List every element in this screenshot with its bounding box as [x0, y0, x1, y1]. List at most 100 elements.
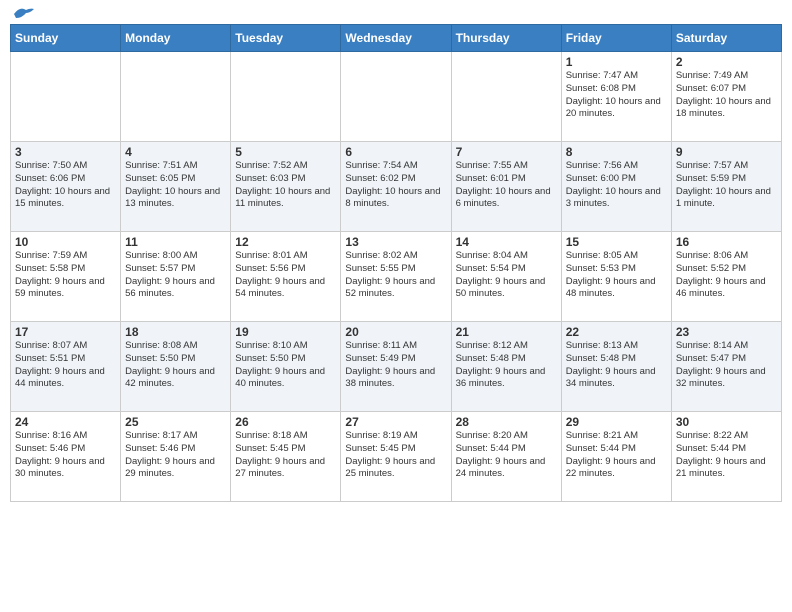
day-number: 12 — [235, 235, 336, 249]
day-info: Sunrise: 8:13 AM Sunset: 5:48 PM Dayligh… — [566, 340, 667, 391]
day-info: Sunrise: 8:11 AM Sunset: 5:49 PM Dayligh… — [345, 340, 446, 391]
day-info: Sunrise: 7:54 AM Sunset: 6:02 PM Dayligh… — [345, 160, 446, 211]
day-info: Sunrise: 8:21 AM Sunset: 5:44 PM Dayligh… — [566, 430, 667, 481]
calendar-cell — [11, 52, 121, 142]
day-number: 18 — [125, 325, 226, 339]
calendar-cell: 6Sunrise: 7:54 AM Sunset: 6:02 PM Daylig… — [341, 142, 451, 232]
day-number: 16 — [676, 235, 777, 249]
weekday-header-thursday: Thursday — [451, 25, 561, 52]
logo — [10, 10, 34, 18]
calendar-cell: 21Sunrise: 8:12 AM Sunset: 5:48 PM Dayli… — [451, 322, 561, 412]
weekday-header-friday: Friday — [561, 25, 671, 52]
day-info: Sunrise: 7:52 AM Sunset: 6:03 PM Dayligh… — [235, 160, 336, 211]
weekday-header-sunday: Sunday — [11, 25, 121, 52]
calendar-cell: 7Sunrise: 7:55 AM Sunset: 6:01 PM Daylig… — [451, 142, 561, 232]
calendar-cell: 17Sunrise: 8:07 AM Sunset: 5:51 PM Dayli… — [11, 322, 121, 412]
day-info: Sunrise: 8:06 AM Sunset: 5:52 PM Dayligh… — [676, 250, 777, 301]
day-info: Sunrise: 7:59 AM Sunset: 5:58 PM Dayligh… — [15, 250, 116, 301]
day-info: Sunrise: 8:02 AM Sunset: 5:55 PM Dayligh… — [345, 250, 446, 301]
calendar-table: SundayMondayTuesdayWednesdayThursdayFrid… — [10, 24, 782, 502]
day-number: 5 — [235, 145, 336, 159]
day-info: Sunrise: 7:47 AM Sunset: 6:08 PM Dayligh… — [566, 70, 667, 121]
calendar-cell: 5Sunrise: 7:52 AM Sunset: 6:03 PM Daylig… — [231, 142, 341, 232]
calendar-cell: 8Sunrise: 7:56 AM Sunset: 6:00 PM Daylig… — [561, 142, 671, 232]
calendar-cell: 1Sunrise: 7:47 AM Sunset: 6:08 PM Daylig… — [561, 52, 671, 142]
day-info: Sunrise: 8:01 AM Sunset: 5:56 PM Dayligh… — [235, 250, 336, 301]
day-info: Sunrise: 8:07 AM Sunset: 5:51 PM Dayligh… — [15, 340, 116, 391]
calendar-cell: 14Sunrise: 8:04 AM Sunset: 5:54 PM Dayli… — [451, 232, 561, 322]
day-info: Sunrise: 7:56 AM Sunset: 6:00 PM Dayligh… — [566, 160, 667, 211]
day-info: Sunrise: 8:20 AM Sunset: 5:44 PM Dayligh… — [456, 430, 557, 481]
day-info: Sunrise: 7:49 AM Sunset: 6:07 PM Dayligh… — [676, 70, 777, 121]
day-info: Sunrise: 8:00 AM Sunset: 5:57 PM Dayligh… — [125, 250, 226, 301]
day-info: Sunrise: 8:08 AM Sunset: 5:50 PM Dayligh… — [125, 340, 226, 391]
calendar-week-4: 17Sunrise: 8:07 AM Sunset: 5:51 PM Dayli… — [11, 322, 782, 412]
calendar-cell: 2Sunrise: 7:49 AM Sunset: 6:07 PM Daylig… — [671, 52, 781, 142]
day-number: 30 — [676, 415, 777, 429]
day-number: 1 — [566, 55, 667, 69]
calendar-cell: 4Sunrise: 7:51 AM Sunset: 6:05 PM Daylig… — [121, 142, 231, 232]
calendar-cell: 18Sunrise: 8:08 AM Sunset: 5:50 PM Dayli… — [121, 322, 231, 412]
calendar-cell: 30Sunrise: 8:22 AM Sunset: 5:44 PM Dayli… — [671, 412, 781, 502]
day-number: 9 — [676, 145, 777, 159]
calendar-cell: 26Sunrise: 8:18 AM Sunset: 5:45 PM Dayli… — [231, 412, 341, 502]
day-info: Sunrise: 8:10 AM Sunset: 5:50 PM Dayligh… — [235, 340, 336, 391]
calendar-cell: 22Sunrise: 8:13 AM Sunset: 5:48 PM Dayli… — [561, 322, 671, 412]
calendar-week-2: 3Sunrise: 7:50 AM Sunset: 6:06 PM Daylig… — [11, 142, 782, 232]
day-number: 21 — [456, 325, 557, 339]
calendar-week-1: 1Sunrise: 7:47 AM Sunset: 6:08 PM Daylig… — [11, 52, 782, 142]
calendar-cell: 11Sunrise: 8:00 AM Sunset: 5:57 PM Dayli… — [121, 232, 231, 322]
day-number: 24 — [15, 415, 116, 429]
calendar-cell: 29Sunrise: 8:21 AM Sunset: 5:44 PM Dayli… — [561, 412, 671, 502]
day-info: Sunrise: 7:50 AM Sunset: 6:06 PM Dayligh… — [15, 160, 116, 211]
day-info: Sunrise: 7:55 AM Sunset: 6:01 PM Dayligh… — [456, 160, 557, 211]
calendar-cell: 10Sunrise: 7:59 AM Sunset: 5:58 PM Dayli… — [11, 232, 121, 322]
day-number: 11 — [125, 235, 226, 249]
calendar-cell: 27Sunrise: 8:19 AM Sunset: 5:45 PM Dayli… — [341, 412, 451, 502]
day-number: 25 — [125, 415, 226, 429]
calendar-week-3: 10Sunrise: 7:59 AM Sunset: 5:58 PM Dayli… — [11, 232, 782, 322]
calendar-week-5: 24Sunrise: 8:16 AM Sunset: 5:46 PM Dayli… — [11, 412, 782, 502]
day-number: 8 — [566, 145, 667, 159]
day-info: Sunrise: 8:19 AM Sunset: 5:45 PM Dayligh… — [345, 430, 446, 481]
calendar-cell: 19Sunrise: 8:10 AM Sunset: 5:50 PM Dayli… — [231, 322, 341, 412]
day-number: 28 — [456, 415, 557, 429]
calendar-cell — [451, 52, 561, 142]
calendar-cell: 23Sunrise: 8:14 AM Sunset: 5:47 PM Dayli… — [671, 322, 781, 412]
calendar-cell: 9Sunrise: 7:57 AM Sunset: 5:59 PM Daylig… — [671, 142, 781, 232]
day-number: 13 — [345, 235, 446, 249]
day-number: 4 — [125, 145, 226, 159]
calendar-cell — [341, 52, 451, 142]
day-number: 15 — [566, 235, 667, 249]
calendar-cell: 25Sunrise: 8:17 AM Sunset: 5:46 PM Dayli… — [121, 412, 231, 502]
weekday-header-wednesday: Wednesday — [341, 25, 451, 52]
calendar-cell: 12Sunrise: 8:01 AM Sunset: 5:56 PM Dayli… — [231, 232, 341, 322]
page-header — [10, 10, 782, 18]
day-number: 19 — [235, 325, 336, 339]
calendar-cell: 3Sunrise: 7:50 AM Sunset: 6:06 PM Daylig… — [11, 142, 121, 232]
calendar-cell: 13Sunrise: 8:02 AM Sunset: 5:55 PM Dayli… — [341, 232, 451, 322]
calendar-cell — [121, 52, 231, 142]
day-number: 7 — [456, 145, 557, 159]
calendar-cell: 15Sunrise: 8:05 AM Sunset: 5:53 PM Dayli… — [561, 232, 671, 322]
day-number: 6 — [345, 145, 446, 159]
day-number: 10 — [15, 235, 116, 249]
day-info: Sunrise: 8:12 AM Sunset: 5:48 PM Dayligh… — [456, 340, 557, 391]
day-info: Sunrise: 8:04 AM Sunset: 5:54 PM Dayligh… — [456, 250, 557, 301]
day-info: Sunrise: 8:05 AM Sunset: 5:53 PM Dayligh… — [566, 250, 667, 301]
day-number: 14 — [456, 235, 557, 249]
day-number: 3 — [15, 145, 116, 159]
day-number: 17 — [15, 325, 116, 339]
calendar-cell — [231, 52, 341, 142]
day-number: 20 — [345, 325, 446, 339]
day-info: Sunrise: 8:16 AM Sunset: 5:46 PM Dayligh… — [15, 430, 116, 481]
day-info: Sunrise: 8:22 AM Sunset: 5:44 PM Dayligh… — [676, 430, 777, 481]
calendar-cell: 24Sunrise: 8:16 AM Sunset: 5:46 PM Dayli… — [11, 412, 121, 502]
calendar-cell: 20Sunrise: 8:11 AM Sunset: 5:49 PM Dayli… — [341, 322, 451, 412]
day-number: 27 — [345, 415, 446, 429]
day-number: 29 — [566, 415, 667, 429]
day-info: Sunrise: 7:57 AM Sunset: 5:59 PM Dayligh… — [676, 160, 777, 211]
weekday-header-row: SundayMondayTuesdayWednesdayThursdayFrid… — [11, 25, 782, 52]
calendar-cell: 28Sunrise: 8:20 AM Sunset: 5:44 PM Dayli… — [451, 412, 561, 502]
day-number: 22 — [566, 325, 667, 339]
